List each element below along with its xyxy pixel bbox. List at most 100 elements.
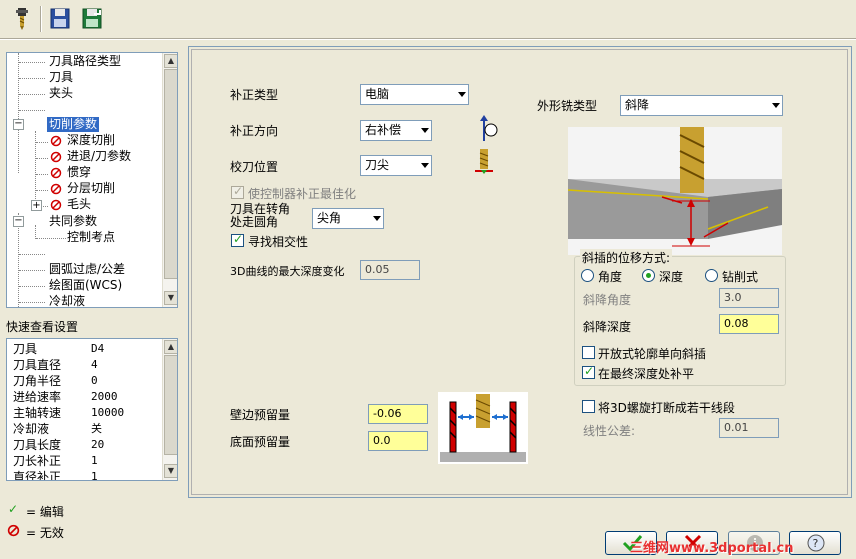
- scroll-down-arrow[interactable]: ▼: [164, 464, 177, 478]
- quick-view-title: 快速查看设置: [6, 320, 79, 334]
- tree-item-coolant[interactable]: 冷却液: [49, 294, 85, 307]
- tree-expand-toggle[interactable]: −: [13, 119, 24, 130]
- ramp-angle-field[interactable]: 3.0: [719, 288, 779, 308]
- scroll-thumb[interactable]: [164, 69, 177, 279]
- tree-item-multi-passes[interactable]: 分层切削: [67, 181, 115, 196]
- ramp-angle-label: 斜降角度: [583, 293, 632, 307]
- tree-connector: [19, 78, 45, 79]
- scroll-up-arrow[interactable]: ▲: [164, 340, 177, 354]
- tree-scrollbar[interactable]: ▲ ▼: [162, 53, 177, 307]
- save-as-icon: [82, 8, 102, 29]
- tree-item-planes[interactable]: 绘图面(WCS): [49, 278, 122, 293]
- tree-connector: [19, 254, 45, 255]
- save-as-button[interactable]: [80, 6, 104, 32]
- toolbar-bottom-line: [0, 38, 856, 40]
- tree-connector: [36, 238, 66, 239]
- open-contour-checkbox[interactable]: [582, 346, 595, 359]
- ramp-angle-option: 角度: [598, 270, 623, 284]
- save-icon: [50, 8, 70, 29]
- qv-label: 刀长补正: [13, 454, 62, 468]
- qv-value: 关: [91, 422, 102, 435]
- help-button[interactable]: ?: [789, 531, 841, 555]
- tool-icon: [16, 8, 28, 30]
- wall-stock-field[interactable]: -0.06: [368, 404, 428, 424]
- comp-type-select[interactable]: 电脑: [360, 84, 469, 105]
- tip-comp-select[interactable]: 刀尖: [360, 155, 432, 176]
- max-depth-label: 3D曲线的最大深度变化: [230, 265, 345, 278]
- comp-direction-icon: [474, 113, 500, 146]
- tree-item-linking[interactable]: 共同参数: [49, 214, 97, 229]
- tree-connector: [36, 158, 48, 159]
- svg-text:?: ?: [813, 537, 819, 550]
- ramp-plunge-option: 钻削式: [722, 270, 759, 284]
- tool-button[interactable]: [10, 6, 34, 32]
- contour-type-select[interactable]: 斜降: [620, 95, 783, 116]
- tree-expand-toggle[interactable]: +: [31, 200, 42, 211]
- tree-expand-toggle[interactable]: −: [13, 216, 24, 227]
- qv-label: 刀角半径: [13, 374, 62, 388]
- legend-invalid-label: = 无效: [26, 526, 64, 540]
- tree-item-control-points[interactable]: 控制考点: [67, 230, 115, 245]
- tree-connector: [19, 62, 45, 63]
- scroll-up-arrow[interactable]: ▲: [164, 54, 177, 68]
- tree-item-toolpath-type[interactable]: 刀具路径类型: [49, 54, 121, 69]
- tree-item-arc-filter[interactable]: 圆弧过虑/公差: [49, 262, 125, 277]
- tree-item-lead-in-out[interactable]: 进退/刀参数: [67, 149, 131, 164]
- watermark: 三维网www.3dportal.cn: [630, 541, 794, 556]
- chevron-down-icon: [421, 128, 429, 133]
- qv-value: 0: [91, 374, 98, 387]
- ramp-plunge-radio[interactable]: [705, 269, 718, 282]
- checkmark-icon: ✓: [584, 364, 595, 378]
- find-intersect-checkbox[interactable]: ✓: [231, 232, 244, 247]
- tree-item-tool[interactable]: 刀具: [49, 70, 73, 85]
- scroll-thumb[interactable]: [164, 355, 177, 455]
- tree-item-tabs[interactable]: 毛头: [67, 197, 91, 212]
- linearize-checkbox[interactable]: [582, 400, 595, 413]
- tree-item-cut-params[interactable]: 切削参数: [47, 117, 100, 132]
- final-depth-checkbox[interactable]: ✓: [582, 364, 595, 379]
- red-circle-slash-icon: [50, 183, 62, 198]
- comp-type-value: 电脑: [365, 87, 390, 101]
- red-circle-slash-icon: [50, 199, 62, 214]
- max-depth-field[interactable]: 0.05: [360, 260, 420, 280]
- comp-type-label: 补正类型: [230, 88, 279, 102]
- quick-view-list: 刀具 D4 刀具直径 4 刀角半径 0 进给速率 2000 主轴转速 10000…: [6, 338, 178, 481]
- floor-stock-field[interactable]: 0.0: [368, 431, 428, 451]
- roll-corners-select[interactable]: 尖角: [312, 208, 384, 229]
- ramp-depth-radio[interactable]: [642, 269, 655, 282]
- legend-edit-label: = 编辑: [26, 505, 64, 519]
- qv-label: 刀具长度: [13, 438, 62, 452]
- floor-stock-label: 底面预留量: [230, 435, 291, 449]
- ramp-angle-radio[interactable]: [581, 269, 594, 282]
- optimize-checkbox[interactable]: ✓: [231, 184, 244, 199]
- ramp-group-title: 斜插的位移方式:: [580, 249, 673, 266]
- checkmark-icon: ✓: [233, 184, 244, 198]
- qv-value: 1: [91, 454, 98, 467]
- tree-item-break-through[interactable]: 惯穿: [67, 165, 91, 180]
- tree-connector: [19, 110, 45, 111]
- roll-corners-label: 刀具在转角 处走圆角: [230, 203, 290, 229]
- tree-item-depth-cuts[interactable]: 深度切削: [67, 133, 115, 148]
- radio-selected-dot: [646, 273, 651, 278]
- red-circle-slash-icon: [50, 167, 62, 182]
- tree-connector: [19, 286, 45, 287]
- qv-label: 进给速率: [13, 390, 62, 404]
- chevron-down-icon: [421, 163, 429, 168]
- wall-stock-label: 壁边预留量: [230, 408, 291, 422]
- linear-tol-field[interactable]: 0.01: [719, 418, 779, 438]
- scroll-down-arrow[interactable]: ▼: [164, 291, 177, 305]
- quick-view-scrollbar[interactable]: ▲ ▼: [162, 339, 177, 480]
- stock-illustration: [438, 392, 528, 467]
- chevron-down-icon: [772, 103, 780, 108]
- ramp-depth-option: 深度: [659, 270, 684, 284]
- parameter-tree[interactable]: 刀具路径类型 刀具 夹头 − 切削参数 深度切削 进退/刀参数 惯穿 分层切削 …: [6, 52, 178, 308]
- qv-label: 刀具: [13, 342, 38, 356]
- comp-dir-select[interactable]: 右补偿: [360, 120, 432, 141]
- qv-label: 刀具直径: [13, 358, 62, 372]
- ramp-depth-field[interactable]: 0.08: [719, 314, 779, 334]
- qv-value: 1: [91, 470, 98, 481]
- tree-connector: [41, 206, 48, 207]
- open-contour-label: 开放式轮廓单向斜插: [598, 347, 707, 361]
- tree-item-holder[interactable]: 夹头: [49, 86, 73, 101]
- save-button[interactable]: [48, 6, 72, 32]
